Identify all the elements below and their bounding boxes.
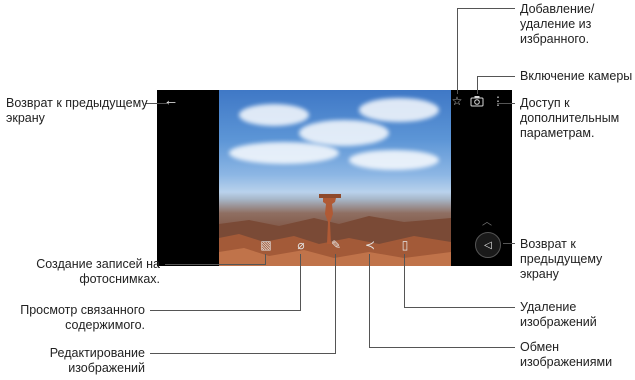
- camera-icon[interactable]: [469, 95, 485, 111]
- triangle-left-icon[interactable]: ◁: [475, 232, 501, 258]
- callout-favorites: Добавление/ удаление из избранного.: [520, 2, 595, 46]
- callout-camera: Включение камеры: [520, 69, 633, 83]
- leader-line: [335, 254, 336, 353]
- note-icon[interactable]: ▧: [258, 237, 274, 253]
- cloud: [299, 120, 389, 146]
- callout-back-prev: Возврат к предыдущему экрану: [6, 96, 148, 125]
- leader-line: [150, 310, 301, 311]
- cloud: [359, 98, 439, 122]
- arrow-left-icon[interactable]: ←: [163, 93, 179, 110]
- leader-line: [477, 76, 478, 94]
- callout-share: Обмен изображениями: [520, 340, 613, 369]
- leader-line: [369, 347, 515, 348]
- callout-notes: Создание записей на фотоснимках.: [36, 257, 160, 286]
- trash-icon[interactable]: ▯: [397, 237, 413, 253]
- leader-line: [150, 353, 336, 354]
- callout-nav-back: Возврат к предыдущему экрану: [520, 237, 603, 281]
- star-outline-icon[interactable]: ☆: [449, 94, 465, 110]
- leader-line: [265, 254, 266, 264]
- more-vert-icon[interactable]: ⋮: [490, 94, 506, 110]
- cloud: [349, 150, 439, 170]
- callout-edit: Редактирование изображений: [49, 346, 145, 375]
- callout-delete: Удаление изображений: [520, 300, 597, 329]
- link-icon[interactable]: ⌀: [293, 237, 309, 253]
- leader-line: [369, 254, 370, 347]
- leader-line: [404, 254, 405, 307]
- leader-line: [145, 103, 167, 104]
- leader-line: [457, 8, 515, 9]
- leader-line: [457, 8, 458, 94]
- pencil-icon[interactable]: ✎: [328, 237, 344, 253]
- chevron-up-icon[interactable]: ︿: [479, 216, 495, 232]
- leader-line: [503, 243, 515, 244]
- leader-line: [165, 264, 266, 265]
- leader-line: [477, 76, 515, 77]
- leader-line: [404, 307, 515, 308]
- cloud: [229, 142, 339, 164]
- callout-more-options: Доступ к дополнительным параметрам.: [520, 96, 620, 140]
- share-icon[interactable]: ≺: [362, 237, 378, 253]
- leader-line: [300, 254, 301, 310]
- leader-line: [497, 103, 515, 104]
- callout-related: Просмотр связанного содержимого.: [20, 303, 145, 332]
- gallery-diagram: ← ☆ ⋮ ︿ ◁ ▧ ⌀ ✎ ≺ ▯ Возврат к предыдущем…: [0, 0, 635, 380]
- phone-screen: ← ☆ ⋮ ︿ ◁ ▧ ⌀ ✎ ≺ ▯: [157, 90, 512, 266]
- cloud: [239, 104, 309, 126]
